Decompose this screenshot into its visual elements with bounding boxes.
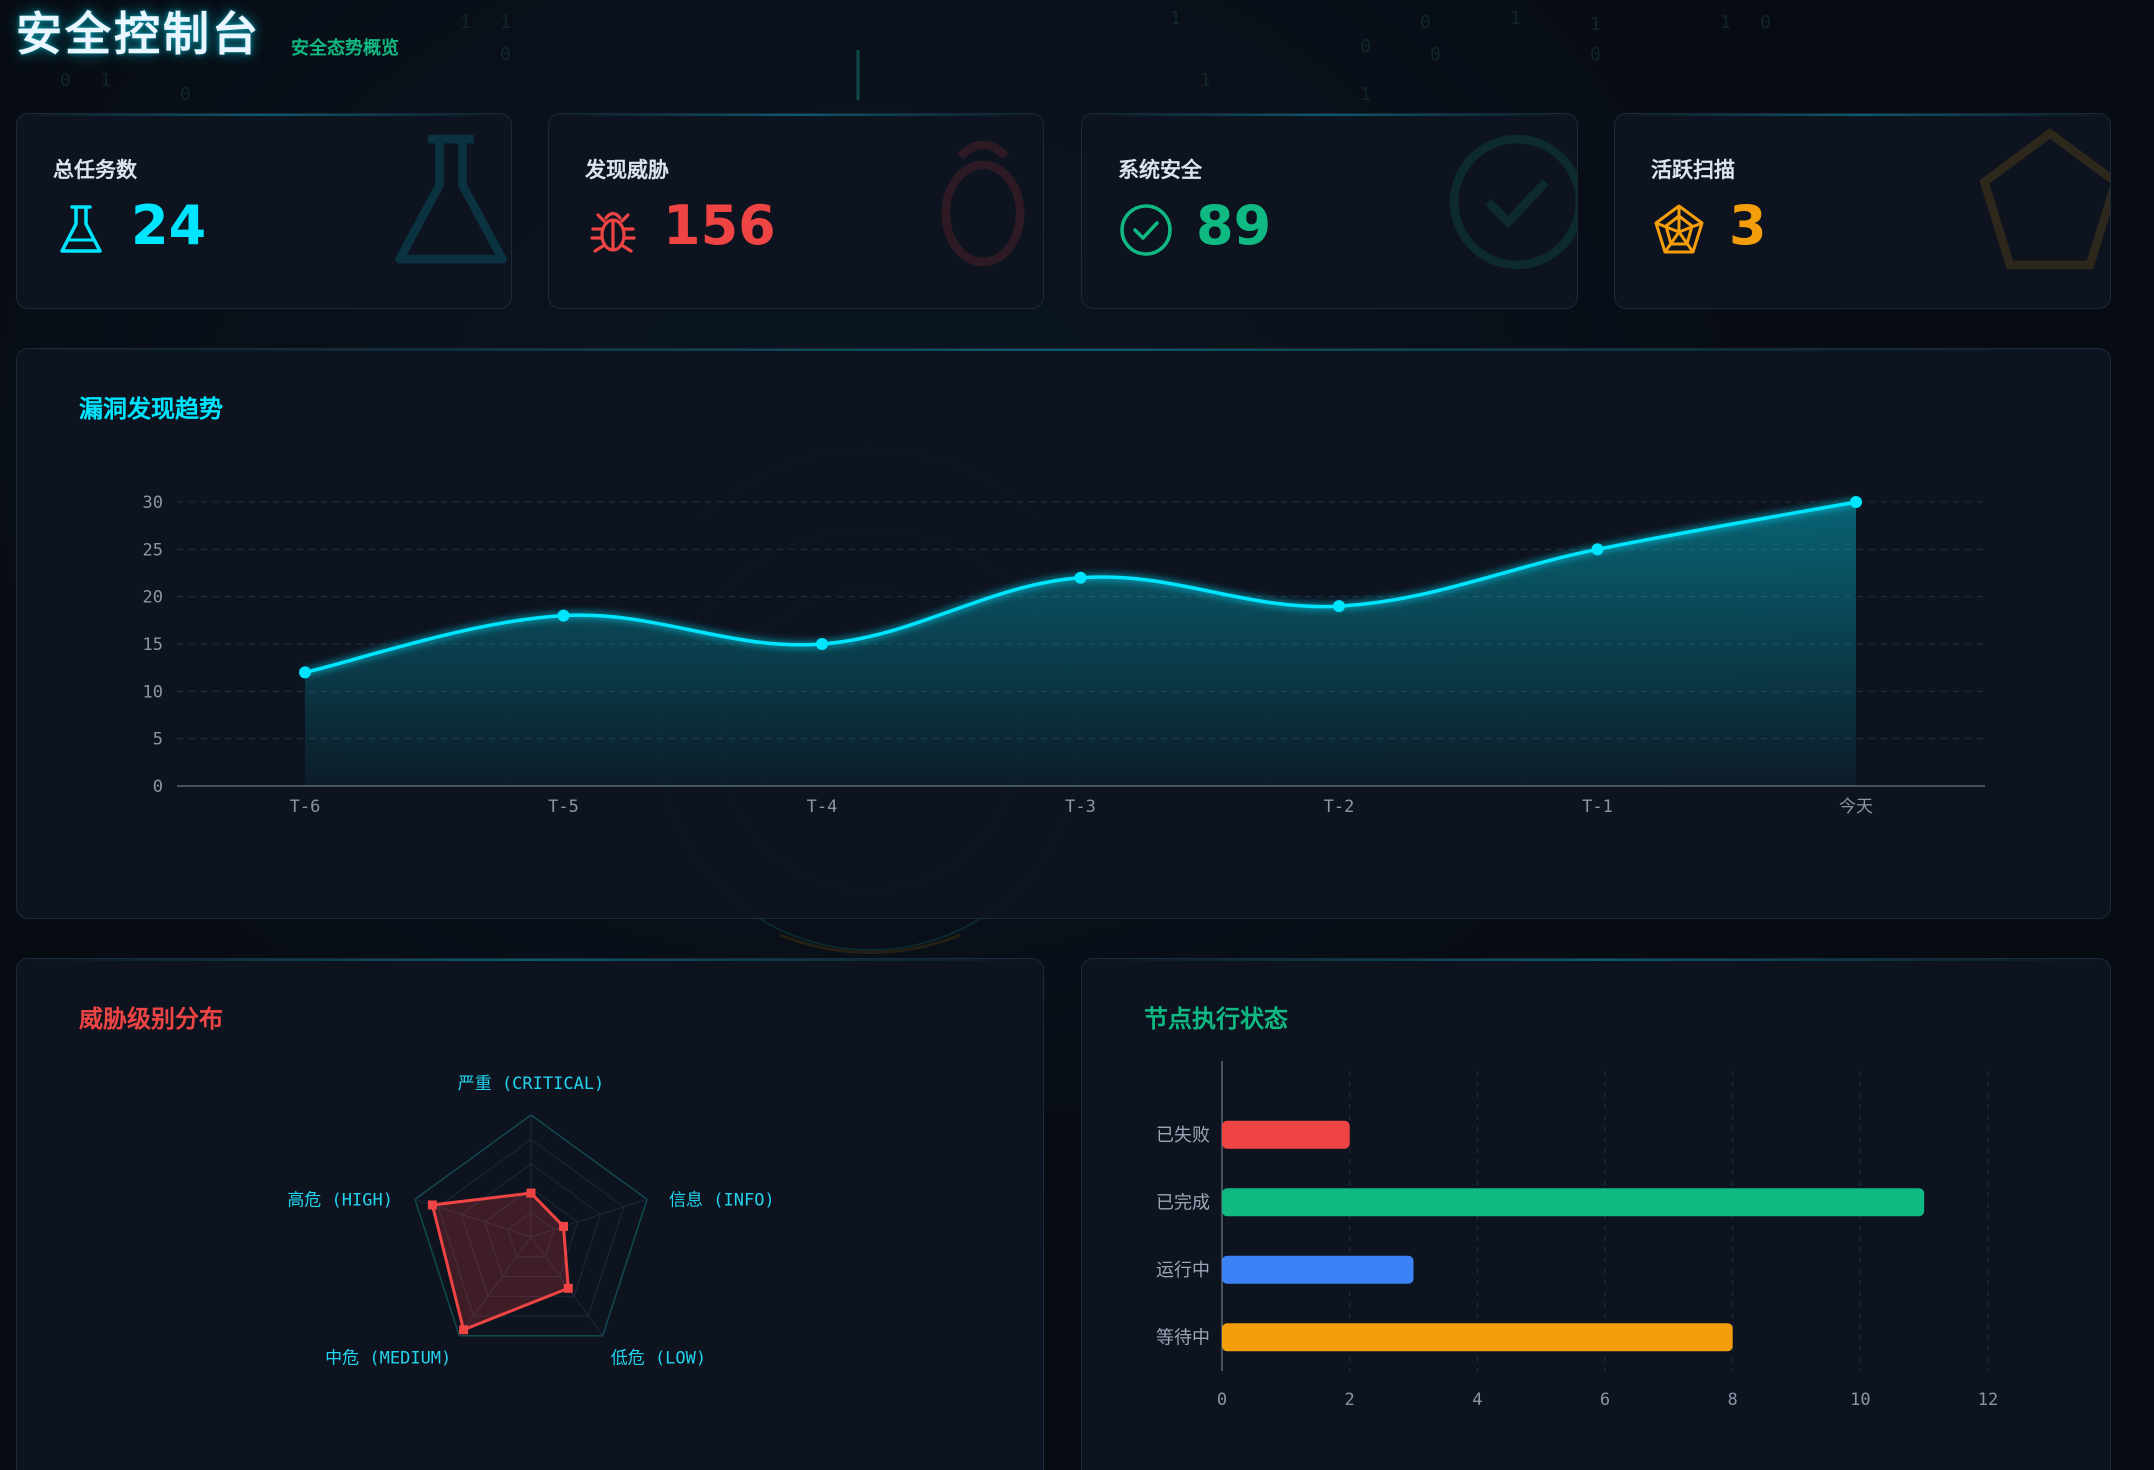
x-tick-label: 8 [1728,1390,1738,1410]
radar-data-point [459,1325,469,1335]
radar-data-area [430,1191,570,1332]
radar-data-point [563,1283,573,1293]
status-bar [1222,1188,1925,1217]
y-category-label: 等待中 [1156,1327,1210,1348]
trend-point [1333,600,1345,613]
stat-label: 发现威胁 [585,158,669,182]
y-tick-label: 20 [143,588,163,608]
radar-icon [1979,128,2110,270]
radar-axis-label: 中危 (MEDIUM) [325,1349,451,1369]
svg-text:0: 0 [1420,12,1431,33]
trend-point [1074,571,1087,584]
x-tick-label: 今天 [1839,797,1873,817]
stat-value: 156 [663,194,776,257]
svg-text:1: 1 [1200,70,1211,91]
trend-chart: 0 5 10 15 20 25 30 T-6 T-5 T-4 T-3 T-2 T-1 今天 [143,493,1985,817]
threat-radar-chart: 严重 (CRITICAL) 信息 (INFO) 低危 (LOW) 中危 (MEDIUM… [287,1074,775,1369]
stat-label: 总任务数 [53,158,137,182]
page-header: 安全控制台 安全态势概览 [16,7,399,64]
svg-text:1: 1 [1510,8,1521,29]
bug-icon [590,211,636,253]
x-tick-label: 6 [1600,1390,1610,1410]
svg-text:0: 0 [1430,44,1441,65]
y-category-label: 运行中 [1156,1260,1210,1281]
trend-point [1850,496,1862,508]
stat-value: 3 [1729,194,1767,257]
y-tick-label: 0 [153,777,163,797]
stat-value: 89 [1196,194,1272,257]
check-circle-icon [1120,204,1172,256]
radar-data-point [427,1200,437,1210]
node-status-panel: 节点执行状态 0 2 4 6 8 10 12 已失败 已完成 运行中 等待中 [1081,958,2111,1470]
svg-text:1: 1 [1720,12,1731,33]
stat-label: 系统安全 [1118,158,1202,182]
radar-icon [1654,204,1704,254]
stat-card-active-scans[interactable]: 活跃扫描 3 [1614,113,2111,309]
radar-data-point [526,1188,536,1198]
dashboard-page: 110 101 110 000 010 11 安全控制台 安全态势概览 总任务数… [0,0,2154,1470]
radar-data-point [558,1221,568,1231]
x-tick-label: 4 [1472,1390,1482,1410]
svg-text:1: 1 [1590,14,1601,35]
trend-point [816,638,828,650]
svg-text:0: 0 [1590,44,1601,65]
y-tick-label: 10 [143,682,163,702]
stat-card-threats[interactable]: 发现威胁 156 [548,113,1044,309]
radar-axis-label: 信息 (INFO) [669,1190,775,1210]
svg-text:1: 1 [100,70,111,91]
svg-text:0: 0 [60,70,71,91]
x-tick-label: T-4 [807,797,838,817]
bug-icon [941,140,1025,267]
svg-text:0: 0 [500,44,511,65]
svg-text:0: 0 [1360,36,1371,57]
y-tick-label: 15 [143,635,163,655]
y-category-label: 已失败 [1156,1125,1210,1146]
threat-level-panel: 威胁级别分布 严重 (CRITICAL) 信息 (INFO) 低危 (LOW) 中危 … [16,958,1044,1470]
page-subtitle: 安全态势概览 [291,38,399,59]
stat-card-total-tasks[interactable]: 总任务数 24 [16,113,512,309]
y-tick-label: 25 [143,540,163,560]
svg-text:0: 0 [1760,12,1771,33]
page-title: 安全控制台 [16,7,261,61]
svg-text:1: 1 [1360,84,1371,105]
svg-text:1: 1 [460,12,471,33]
y-tick-label: 30 [143,493,163,513]
x-tick-label: T-5 [548,797,579,817]
stat-card-system-security[interactable]: 系统安全 89 [1081,113,1578,309]
x-tick-label: T-2 [1324,797,1355,817]
stat-label: 活跃扫描 [1651,158,1735,182]
x-tick-label: 2 [1345,1390,1355,1410]
x-tick-label: T-6 [290,797,321,817]
flask-icon [395,134,507,264]
stat-value: 24 [131,194,207,257]
status-bar [1222,1255,1414,1284]
trend-chart-panel: 漏洞发现趋势 0 5 10 15 20 25 30 T-6 T-5 T-4 T-3 T-2 T-1 今天 [16,348,2111,919]
x-tick-label: T-3 [1065,797,1096,817]
svg-text:1: 1 [500,12,511,33]
x-tick-label: 12 [1978,1390,1998,1410]
y-tick-label: 5 [153,730,163,750]
svg-text:1: 1 [1170,8,1181,29]
radar-axis-label: 低危 (LOW) [611,1349,706,1369]
node-status-bar-chart: 0 2 4 6 8 10 12 已失败已完成运行中等待中 [1156,1061,1998,1410]
x-tick-label: T-1 [1582,797,1613,817]
status-bar [1222,1323,1733,1352]
radar-axis-label: 严重 (CRITICAL) [458,1074,605,1094]
trend-point [1591,543,1604,556]
trend-point [557,609,570,622]
check-circle-icon [1449,134,1577,270]
flask-icon [60,205,102,253]
radar-axis-label: 高危 (HIGH) [287,1190,393,1210]
y-category-label: 已完成 [1156,1192,1210,1213]
status-bar [1222,1120,1350,1149]
x-tick-label: 10 [1850,1390,1870,1410]
trend-point [299,666,311,679]
x-tick-label: 0 [1217,1390,1227,1410]
svg-text:0: 0 [180,84,191,105]
